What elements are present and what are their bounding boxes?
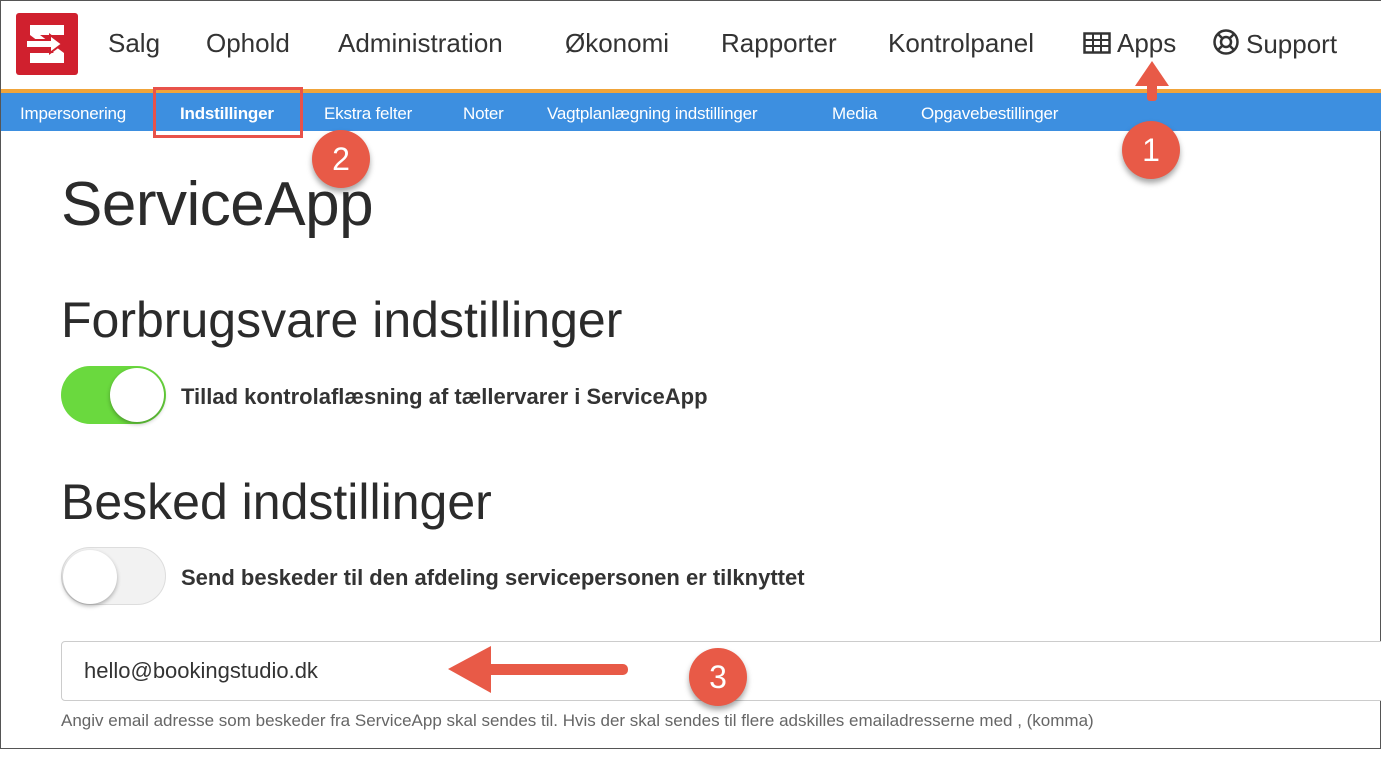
message-toggle[interactable] <box>61 547 166 605</box>
subnav-notes[interactable]: Noter <box>463 104 504 124</box>
subnav-extra-fields[interactable]: Ekstra felter <box>324 104 412 124</box>
nav-support[interactable]: Support <box>1212 28 1337 60</box>
consumables-heading: Forbrugsvare indstillinger <box>61 292 623 348</box>
nav-economy[interactable]: Økonomi <box>565 28 669 59</box>
nav-reports[interactable]: Rapporter <box>721 28 837 59</box>
nav-apps[interactable]: Apps <box>1083 28 1176 59</box>
lifebuoy-icon <box>1213 29 1239 55</box>
cropped-label <box>61 740 67 766</box>
app-logo[interactable] <box>16 13 78 75</box>
nav-sales[interactable]: Salg <box>108 28 160 59</box>
toggle-knob <box>63 550 117 604</box>
subnav-shift-settings[interactable]: Vagtplanlægning indstillinger <box>547 104 758 124</box>
message-toggle-label: Send beskeder til den afdeling servicepe… <box>181 565 805 590</box>
nav-stay[interactable]: Ophold <box>206 28 290 59</box>
logo-icon <box>25 25 64 63</box>
nav-administration[interactable]: Administration <box>338 28 503 59</box>
message-heading: Besked indstillinger <box>61 474 492 530</box>
annotation-badge-1: 1 <box>1122 121 1180 179</box>
nav-apps-label: Apps <box>1117 28 1177 58</box>
nav-control-panel[interactable]: Kontrolpanel <box>888 28 1034 59</box>
consumables-toggle[interactable] <box>61 366 166 424</box>
subnav-impersonation[interactable]: Impersonering <box>20 104 126 124</box>
email-help-text: Angiv email adresse som beskeder fra Ser… <box>61 711 1094 730</box>
annotation-badge-2: 2 <box>312 130 370 188</box>
annotation-badge-3: 3 <box>689 648 747 706</box>
settings-highlight-box <box>153 87 303 138</box>
subnav-media[interactable]: Media <box>832 104 878 124</box>
top-navigation-bar: Salg Ophold Administration Økonomi Rappo… <box>1 1 1381 89</box>
subnav-task-orders[interactable]: Opgavebestillinger <box>921 104 1058 124</box>
consumables-toggle-label: Tillad kontrolaflæsning af tællervarer i… <box>181 384 708 409</box>
toggle-knob <box>110 368 164 422</box>
nav-support-label: Support <box>1246 29 1338 59</box>
grid-icon <box>1083 32 1111 54</box>
